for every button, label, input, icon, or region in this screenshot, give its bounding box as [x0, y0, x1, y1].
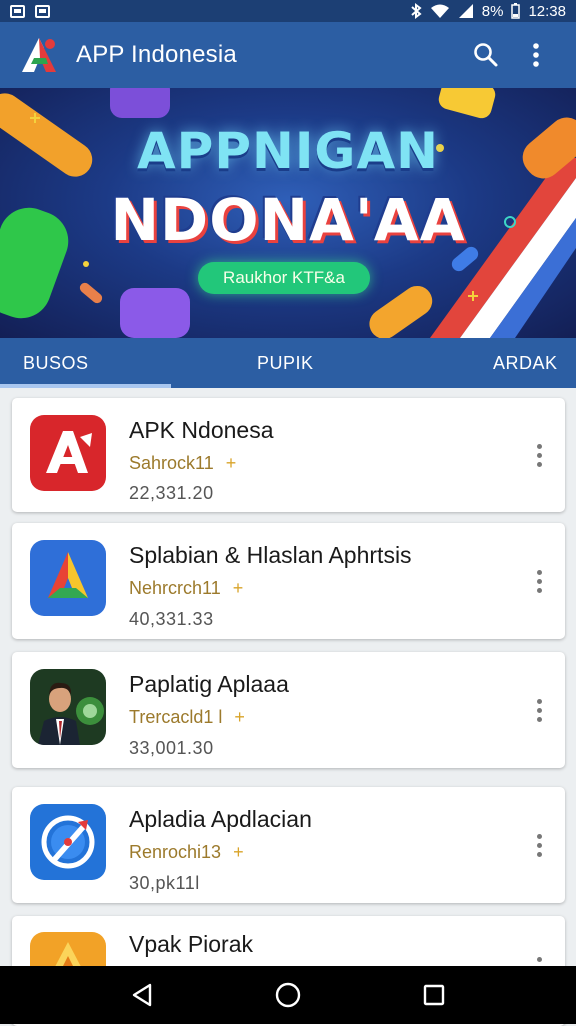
app-list-item[interactable]: Paplatig Aplaaa Trercacld1 l + 33,001.30 [12, 652, 565, 768]
overflow-menu-button[interactable] [514, 33, 558, 77]
back-button[interactable] [112, 966, 172, 1024]
recents-icon [423, 984, 445, 1006]
banner-headline: APPNIGAN [136, 122, 440, 180]
back-icon [132, 983, 152, 1007]
home-button[interactable] [258, 966, 318, 1024]
item-more-button[interactable] [527, 690, 551, 730]
app-logo-icon [22, 38, 56, 72]
app-name: Apladia Apdlacian [129, 806, 312, 832]
app-list-item[interactable]: Splabian & Hlaslan Aphrtsis Nehrcrch11 + … [12, 523, 565, 639]
app-name: Paplatig Aplaaa [129, 671, 289, 697]
app-download-count: 30,pk11l [129, 873, 200, 893]
app-list-item[interactable]: Apladia Apdlacian Renrochi13 + 30,pk11l [12, 787, 565, 903]
more-vert-icon [533, 43, 539, 67]
compass-logo-icon [30, 804, 106, 880]
wifi-icon [430, 4, 449, 18]
app-download-count: 22,331.20 [129, 483, 214, 503]
search-icon [474, 43, 498, 67]
app-developer: Trercacld1 l + [129, 707, 245, 727]
status-bar: 8% 12:38 [0, 0, 576, 22]
app-name: APK Ndonesa [129, 417, 274, 443]
item-more-button[interactable] [527, 825, 551, 865]
category-tabs: BUSOS PUPIK ARDAK [0, 338, 576, 388]
item-more-button[interactable] [527, 561, 551, 601]
banner-subheadline: NDONA'AA [110, 186, 466, 254]
app-developer: Nehrcrch11 + [129, 578, 244, 598]
colorful-triangle-logo-icon [30, 540, 106, 616]
battery-icon [511, 3, 521, 19]
promo-banner[interactable]: APPNIGAN NDONA'AA Raukhor KTF&a [0, 88, 576, 338]
notification-icon [35, 4, 50, 18]
tab-ardak[interactable]: ARDAK [493, 338, 558, 388]
search-button[interactable] [464, 33, 508, 77]
app-bar: APP Indonesia [0, 22, 576, 88]
app-name: Splabian & Hlaslan Aphrtsis [129, 542, 412, 568]
signal-icon [458, 4, 473, 18]
app-developer: Renrochi13 + [129, 842, 244, 862]
app-download-count: 33,001.30 [129, 738, 214, 758]
man-portrait-icon [30, 669, 106, 745]
recents-button[interactable] [404, 966, 464, 1024]
tab-indicator [0, 384, 171, 388]
notification-icon [10, 4, 25, 18]
item-more-button[interactable] [527, 435, 551, 475]
red-a-logo-icon [30, 415, 106, 491]
app-download-count: 40,331.33 [129, 609, 214, 629]
tab-pupik[interactable]: PUPIK [257, 338, 314, 388]
app-developer: Sahrock11 + [129, 453, 237, 473]
bluetooth-icon [411, 3, 422, 19]
banner-cta-button[interactable]: Raukhor KTF&a [198, 262, 370, 294]
battery-percent: 8% [481, 2, 504, 20]
tab-busos[interactable]: BUSOS [23, 338, 89, 388]
app-list-item[interactable]: APK Ndonesa Sahrock11 + 22,331.20 [12, 398, 565, 512]
app-title: APP Indonesia [76, 41, 237, 68]
app-name: Vpak Piorak [129, 931, 254, 957]
system-nav-bar [0, 966, 576, 1024]
clock: 12:38 [528, 2, 566, 20]
home-icon [275, 982, 301, 1008]
